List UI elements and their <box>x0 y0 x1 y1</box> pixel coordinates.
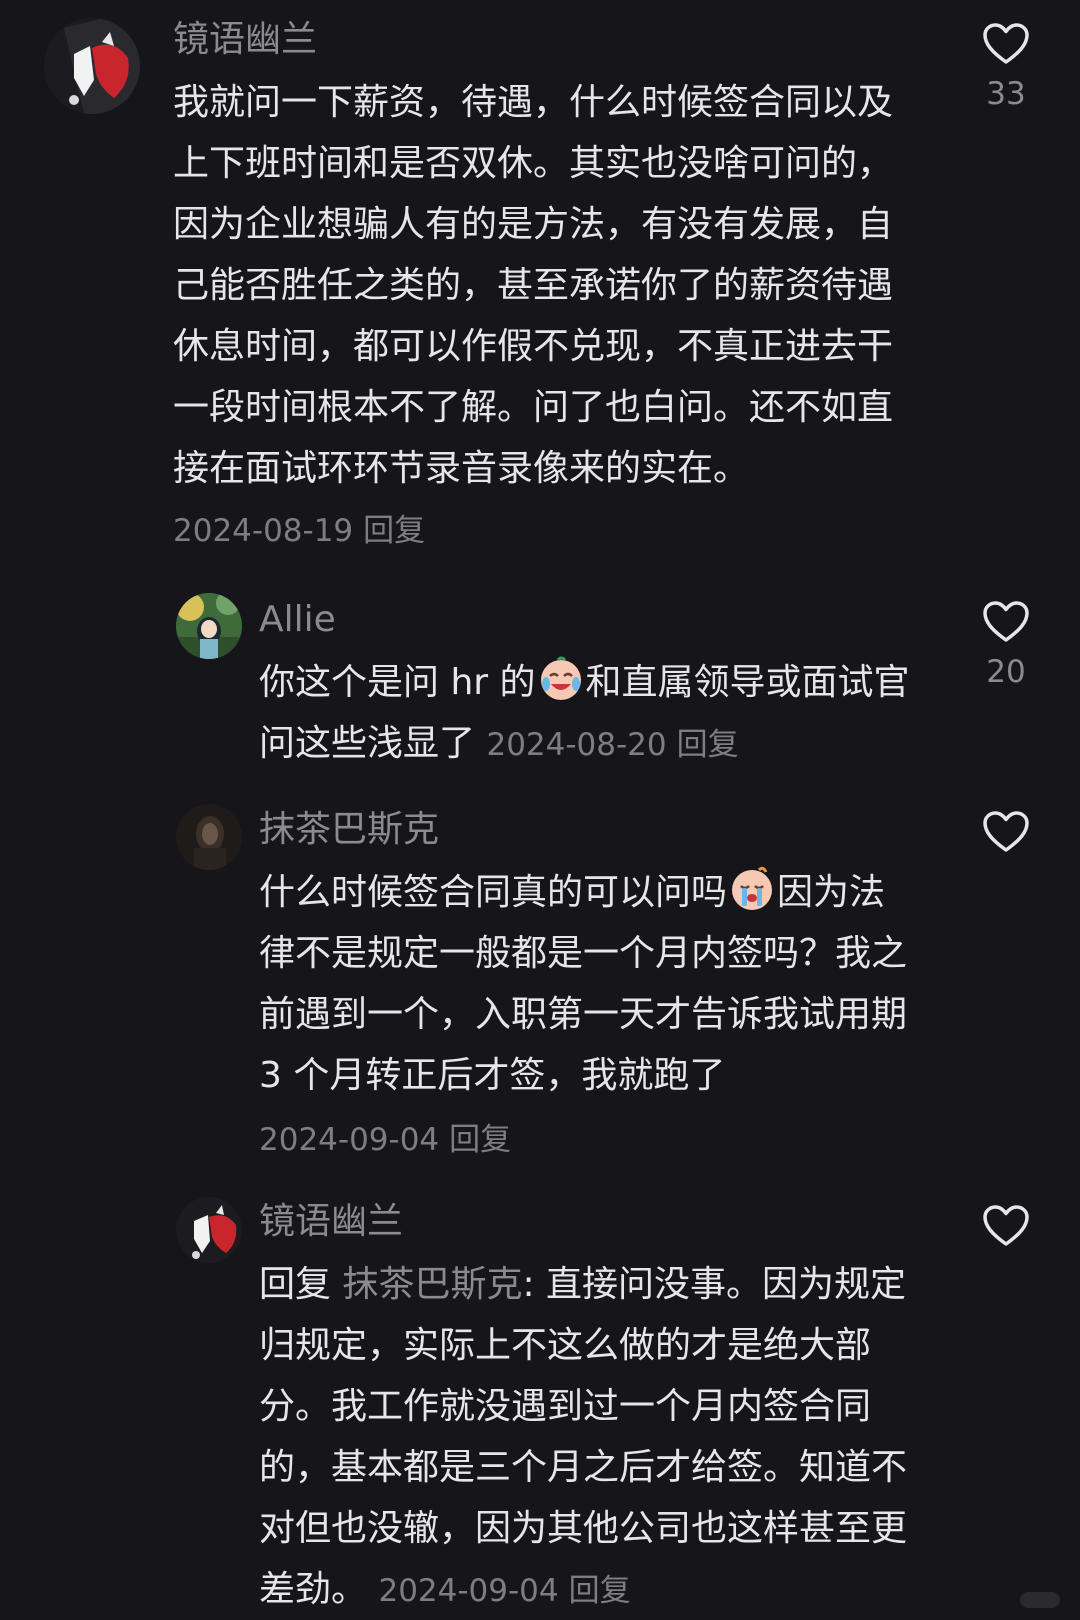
comment-date: 2024-09-04 <box>378 1573 559 1609</box>
watermark-badge <box>1020 1592 1060 1608</box>
like-count: 33 <box>986 76 1026 112</box>
comment-meta: 2024-09-04 回复 <box>378 1573 630 1609</box>
like-button[interactable] <box>978 1204 1034 1258</box>
mention-link[interactable]: 抹茶巴斯克 <box>342 1264 522 1305</box>
avatar[interactable] <box>176 804 242 870</box>
comment-text: 我就问一下薪资，待遇，什么时候签合同以及上下班时间和是否双休。其实也没啥可问的，… <box>173 72 913 562</box>
comment-username[interactable]: 抹茶巴斯克 <box>259 808 919 852</box>
reply-button[interactable]: 回复 <box>363 513 425 549</box>
comment-date: 2024-09-04 <box>259 1122 440 1158</box>
heart-outline-icon <box>983 1205 1029 1246</box>
avatar-image <box>176 593 242 659</box>
comment-meta: 2024-08-19 回复 <box>173 513 425 549</box>
avatar[interactable] <box>176 593 242 659</box>
heart-outline-icon <box>983 601 1029 642</box>
avatar-image <box>176 804 242 870</box>
comment-text: 回复 抹茶巴斯克: 直接问没事。因为规定归规定，实际上不这么做的才是绝大部分。我… <box>259 1254 919 1620</box>
like-count: 20 <box>986 654 1026 690</box>
reply-button[interactable]: 回复 <box>569 1573 631 1609</box>
crying-laughing-emoji-icon <box>540 656 581 700</box>
comment-date: 2024-08-20 <box>486 727 667 763</box>
like-button[interactable]: 33 <box>978 22 1034 112</box>
comment-body: 我就问一下薪资，待遇，什么时候签合同以及上下班时间和是否双休。其实也没啥可问的，… <box>173 82 894 489</box>
comment-meta-row: 2024-09-04 回复 <box>259 1108 919 1171</box>
reply-prefix: 回复 <box>259 1264 332 1305</box>
comment-text: 你这个是问 hr 的和直属领导或面试官问这些浅显了 2024-08-20 回复 <box>259 652 919 776</box>
comment-body: : 直接问没事。因为规定归规定，实际上不这么做的才是绝大部分。我工作就没遇到过一… <box>259 1264 908 1610</box>
comment-meta: 2024-08-20 回复 <box>486 727 738 763</box>
comment-thread: 镜语幽兰 我就问一下薪资，待遇，什么时候签合同以及上下班时间和是否双休。其实也没… <box>0 0 1080 1620</box>
comment-date: 2024-08-19 <box>173 513 354 549</box>
avatar-image <box>44 18 140 114</box>
comment-username[interactable]: 镜语幽兰 <box>259 1200 919 1244</box>
crying-emoji-icon <box>732 866 773 910</box>
comment-body-part: 你这个是问 hr 的 <box>259 662 536 703</box>
comment-username[interactable]: 镜语幽兰 <box>173 18 913 62</box>
comment-text: 什么时候签合同真的可以问吗 因为法律不是规定一般都是一个月内签吗？我之前遇到一个，… <box>259 862 919 1106</box>
heart-outline-icon <box>983 23 1029 64</box>
heart-outline-icon <box>983 811 1029 852</box>
like-button[interactable] <box>978 810 1034 864</box>
avatar-image <box>176 1197 242 1263</box>
like-button[interactable]: 20 <box>978 600 1034 690</box>
avatar[interactable] <box>44 18 140 114</box>
comment-body-part: 什么时候签合同真的可以问吗 <box>259 872 728 913</box>
comment-meta: 2024-09-04 回复 <box>259 1122 511 1158</box>
comment-username[interactable]: Allie <box>259 598 919 642</box>
reply-button[interactable]: 回复 <box>449 1122 511 1158</box>
avatar[interactable] <box>176 1197 242 1263</box>
reply-button[interactable]: 回复 <box>677 727 739 763</box>
